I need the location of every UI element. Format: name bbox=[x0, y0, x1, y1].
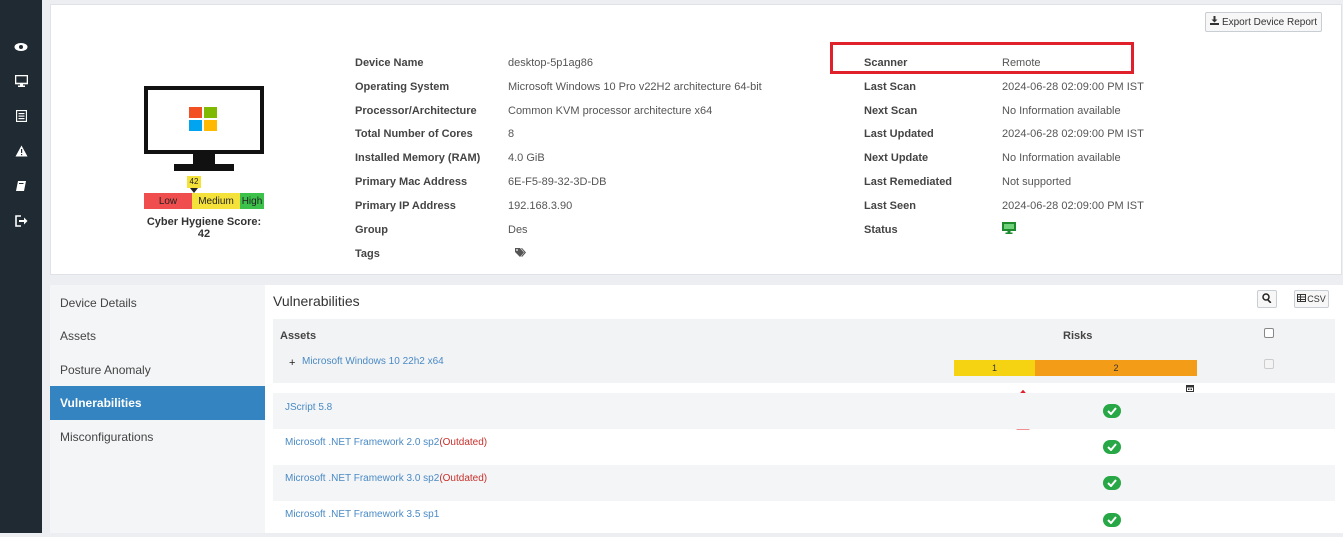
list-icon[interactable] bbox=[13, 109, 29, 123]
risk-high-segment[interactable]: 2 bbox=[1035, 360, 1197, 376]
tags-icon[interactable] bbox=[515, 248, 526, 260]
last-seen-value: 2024-06-28 02:09:00 PM IST bbox=[1002, 200, 1144, 212]
device-monitor-icon bbox=[144, 86, 264, 177]
device-name-label: Device Name bbox=[355, 57, 424, 69]
group-value: Des bbox=[508, 224, 528, 236]
score-level-low: Low bbox=[144, 193, 192, 209]
vulnerability-table-header: Assets Risks + Microsoft Windows 10 22h2… bbox=[273, 319, 1335, 383]
next-scan-value: No Information available bbox=[1002, 105, 1121, 117]
score-level-high: High bbox=[240, 193, 264, 209]
expand-toggle[interactable]: + bbox=[289, 357, 295, 369]
select-all-checkbox[interactable] bbox=[1264, 328, 1274, 338]
nav-device-details[interactable]: Device Details bbox=[50, 286, 265, 320]
search-button[interactable] bbox=[1257, 290, 1277, 308]
logout-icon[interactable] bbox=[13, 214, 29, 228]
next-update-value: No Information available bbox=[1002, 152, 1121, 164]
cores-label: Total Number of Cores bbox=[355, 128, 473, 140]
cyber-hygiene-scale: Low Medium High bbox=[144, 193, 264, 209]
processor-value: Common KVM processor architecture x64 bbox=[508, 105, 713, 117]
download-icon bbox=[1209, 16, 1219, 28]
risk-bar[interactable]: 1 2 bbox=[954, 360, 1197, 376]
last-updated-label: Last Updated bbox=[864, 128, 934, 140]
asset-group-link[interactable]: Microsoft Windows 10 22h2 x64 bbox=[302, 356, 444, 367]
device-summary-card: Export Device Report 42 Low Medium High … bbox=[50, 4, 1342, 275]
export-device-report-button[interactable]: Export Device Report bbox=[1204, 12, 1322, 32]
tags-label: Tags bbox=[355, 248, 380, 260]
asset-link[interactable]: Microsoft .NET Framework 3.0 sp2(Outdate… bbox=[285, 473, 487, 484]
csv-export-button[interactable]: CSV bbox=[1294, 290, 1329, 308]
asset-link[interactable]: Microsoft .NET Framework 2.0 sp2(Outdate… bbox=[285, 437, 487, 448]
status-label: Status bbox=[864, 224, 898, 236]
check-circle-icon bbox=[1103, 513, 1121, 527]
export-label: Export Device Report bbox=[1221, 16, 1317, 28]
left-sidebar bbox=[0, 0, 42, 533]
row-checkbox[interactable] bbox=[1264, 359, 1274, 369]
score-pointer-value: 42 bbox=[187, 176, 201, 188]
vulnerabilities-panel: Vulnerabilities CSV Assets Risks + Micro… bbox=[265, 285, 1343, 533]
last-remediated-value: Not supported bbox=[1002, 176, 1072, 188]
search-icon bbox=[1262, 293, 1272, 305]
cores-value: 8 bbox=[508, 128, 515, 140]
table-icon bbox=[1297, 294, 1307, 304]
outdated-tag: (Outdated) bbox=[439, 437, 488, 448]
check-circle-icon bbox=[1103, 404, 1121, 418]
risk-medium-segment[interactable]: 1 bbox=[954, 360, 1035, 376]
eye-icon[interactable] bbox=[13, 40, 29, 54]
nav-assets[interactable]: Assets bbox=[50, 319, 265, 353]
vulnerabilities-title: Vulnerabilities bbox=[273, 293, 360, 309]
mac-label: Primary Mac Address bbox=[355, 176, 468, 188]
score-level-medium: Medium bbox=[192, 193, 240, 209]
nav-vulnerabilities[interactable]: Vulnerabilities bbox=[50, 386, 265, 420]
warning-icon[interactable] bbox=[13, 144, 29, 158]
next-update-label: Next Update bbox=[864, 152, 929, 164]
nav-misconfigurations[interactable]: Misconfigurations bbox=[50, 420, 265, 454]
last-remediated-label: Last Remediated bbox=[864, 176, 953, 188]
table-row: Microsoft .NET Framework 2.0 sp2(Outdate… bbox=[273, 429, 1335, 465]
col-assets: Assets bbox=[280, 330, 317, 342]
memory-label: Installed Memory (RAM) bbox=[355, 152, 481, 164]
nav-posture-anomaly[interactable]: Posture Anomaly bbox=[50, 353, 265, 387]
ip-value: 192.168.3.90 bbox=[508, 200, 573, 212]
book-icon[interactable] bbox=[13, 179, 29, 193]
ip-label: Primary IP Address bbox=[355, 200, 456, 212]
asset-link[interactable]: JScript 5.8 bbox=[285, 402, 332, 413]
asset-link[interactable]: Microsoft .NET Framework 3.5 sp1 bbox=[285, 509, 439, 520]
col-risks: Risks bbox=[1063, 330, 1093, 342]
os-value: Microsoft Windows 10 Pro v22H2 architect… bbox=[508, 81, 762, 93]
csv-label: CSV bbox=[1307, 294, 1326, 304]
last-updated-value: 2024-06-28 02:09:00 PM IST bbox=[1002, 128, 1144, 140]
mac-value: 6E-F5-89-32-3D-DB bbox=[508, 176, 607, 188]
next-scan-label: Next Scan bbox=[864, 105, 918, 117]
monitor-icon[interactable] bbox=[13, 74, 29, 88]
device-tabs-nav: Device Details Assets Posture Anomaly Vu… bbox=[50, 285, 265, 533]
outdated-tag: (Outdated) bbox=[439, 473, 488, 484]
last-seen-label: Last Seen bbox=[864, 200, 916, 212]
os-label: Operating System bbox=[355, 81, 450, 93]
device-name-value: desktop-5p1ag86 bbox=[508, 57, 594, 69]
scanner-highlight-annotation bbox=[830, 42, 1134, 74]
check-circle-icon bbox=[1103, 476, 1121, 490]
last-scan-value: 2024-06-28 02:09:00 PM IST bbox=[1002, 81, 1144, 93]
last-scan-label: Last Scan bbox=[864, 81, 916, 93]
table-row: Microsoft .NET Framework 3.5 sp1 bbox=[273, 501, 1335, 537]
table-row: JScript 5.8 bbox=[273, 393, 1335, 429]
online-monitor-icon bbox=[1002, 222, 1016, 237]
check-circle-icon bbox=[1103, 440, 1121, 454]
cyber-hygiene-score: Cyber Hygiene Score: 42 bbox=[146, 216, 262, 240]
table-row: Microsoft .NET Framework 3.0 sp2(Outdate… bbox=[273, 465, 1335, 501]
processor-label: Processor/Architecture bbox=[355, 105, 477, 117]
memory-value: 4.0 GiB bbox=[508, 152, 545, 164]
group-label: Group bbox=[355, 224, 388, 236]
